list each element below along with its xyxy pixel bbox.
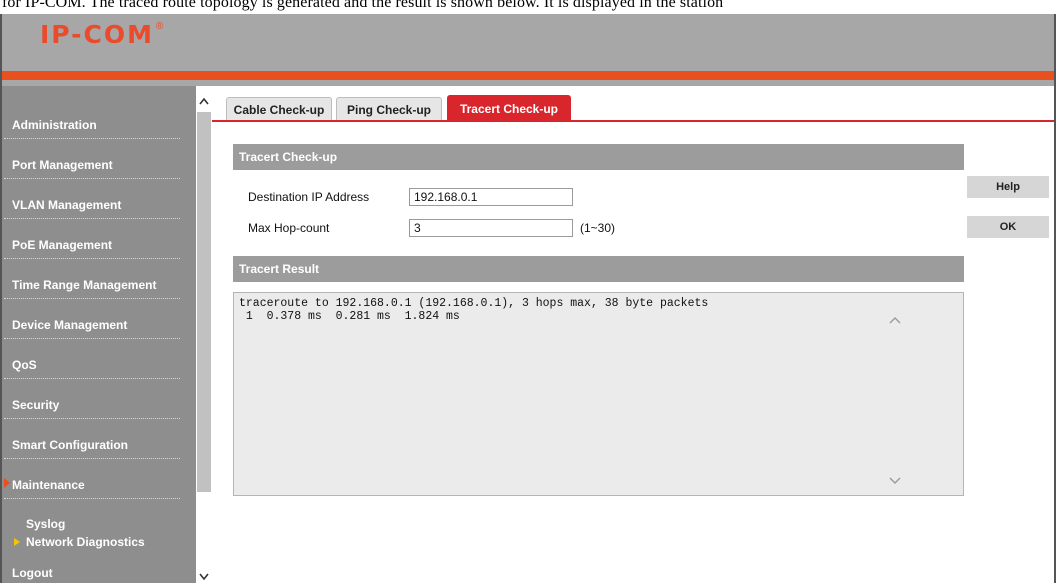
destination-ip-input[interactable] (409, 188, 573, 206)
sidebar-item-label: Security (12, 398, 60, 412)
tab-label: Tracert Check-up (459, 101, 559, 116)
hop-count-range: (1~30) (580, 221, 616, 235)
help-button[interactable]: Help (967, 176, 1049, 198)
result-header: Tracert Result (233, 256, 964, 282)
sidebar-item-label: Device Management (12, 318, 128, 332)
sidebar-item-poe-management[interactable]: PoE Management (4, 219, 180, 259)
result-scroll-down-icon[interactable] (888, 473, 902, 487)
sidebar-item-label: Port Management (12, 158, 113, 172)
sidebar-subitem-label: Syslog (26, 517, 66, 531)
active-arrow-icon (4, 478, 10, 488)
scroll-down-icon[interactable] (198, 570, 210, 582)
sidebar-item-security[interactable]: Security (4, 379, 180, 419)
sidebar: Administration Port Management VLAN Mana… (0, 86, 196, 583)
caption-text: for IP-COM. The traced route topology is… (2, 0, 724, 11)
tab-ping-check-up[interactable]: Ping Check-up (336, 97, 442, 121)
sidebar-item-label: Logout (12, 566, 53, 580)
destination-ip-label: Destination IP Address (248, 190, 370, 204)
tracert-result-textarea[interactable]: traceroute to 192.168.0.1 (192.168.0.1),… (233, 292, 964, 496)
scroll-up-icon[interactable] (198, 96, 210, 108)
sidebar-item-maintenance[interactable]: Maintenance (4, 459, 180, 499)
registered-mark: ® (156, 21, 164, 32)
sidebar-item-label: Maintenance (12, 478, 85, 492)
page: for IP-COM. The traced route topology is… (0, 0, 1056, 583)
sidebar-item-qos[interactable]: QoS (4, 339, 180, 379)
tab-underline (212, 120, 1054, 122)
sidebar-item-smart-configuration[interactable]: Smart Configuration (4, 419, 180, 459)
active-subitem-arrow-icon (14, 538, 20, 546)
sidebar-item-administration[interactable]: Administration (4, 99, 180, 139)
sidebar-item-label: PoE Management (12, 238, 113, 252)
main-content: Cable Check-up Ping Check-up Tracert Che… (212, 86, 1056, 583)
section-header: Tracert Check-up (233, 144, 964, 170)
logo-text: IP-COM (40, 20, 155, 49)
caption-strip: for IP-COM. The traced route topology is… (0, 0, 1056, 14)
tab-label: Ping Check-up (346, 102, 431, 117)
logo: IP-COM ® (40, 20, 163, 50)
sidebar-item-time-range-management[interactable]: Time Range Management (4, 259, 180, 299)
sidebar-item-label: Administration (12, 118, 97, 132)
max-hop-count-label: Max Hop-count (248, 221, 330, 235)
sidebar-item-device-management[interactable]: Device Management (4, 299, 180, 339)
tab-cable-check-up[interactable]: Cable Check-up (226, 97, 332, 121)
sidebar-item-port-management[interactable]: Port Management (4, 139, 180, 179)
result-line: 1 0.378 ms 0.281 ms 1.824 ms (239, 310, 460, 323)
header: IP-COM ® (0, 14, 1056, 71)
sidebar-scrollbar-thumb[interactable] (197, 112, 211, 492)
ok-button[interactable]: OK (967, 216, 1049, 238)
sidebar-item-label: Time Range Management (12, 278, 157, 292)
max-hop-count-input[interactable] (409, 219, 573, 237)
section-title: Tracert Check-up (239, 150, 338, 164)
result-scroll-up-icon[interactable] (888, 314, 902, 328)
tab-tracert-check-up[interactable]: Tracert Check-up (447, 95, 571, 121)
header-accent-bar (0, 71, 1056, 80)
tab-label: Cable Check-up (233, 102, 325, 117)
sidebar-item-label: Smart Configuration (12, 438, 128, 452)
result-title: Tracert Result (239, 262, 320, 276)
sidebar-item-vlan-management[interactable]: VLAN Management (4, 179, 180, 219)
sidebar-item-logout[interactable]: Logout (4, 546, 180, 583)
sidebar-item-label: QoS (12, 358, 37, 372)
sidebar-item-label: VLAN Management (12, 198, 122, 212)
sidebar-subitem-syslog[interactable]: Syslog (4, 515, 180, 533)
result-line: traceroute to 192.168.0.1 (192.168.0.1),… (239, 297, 709, 310)
